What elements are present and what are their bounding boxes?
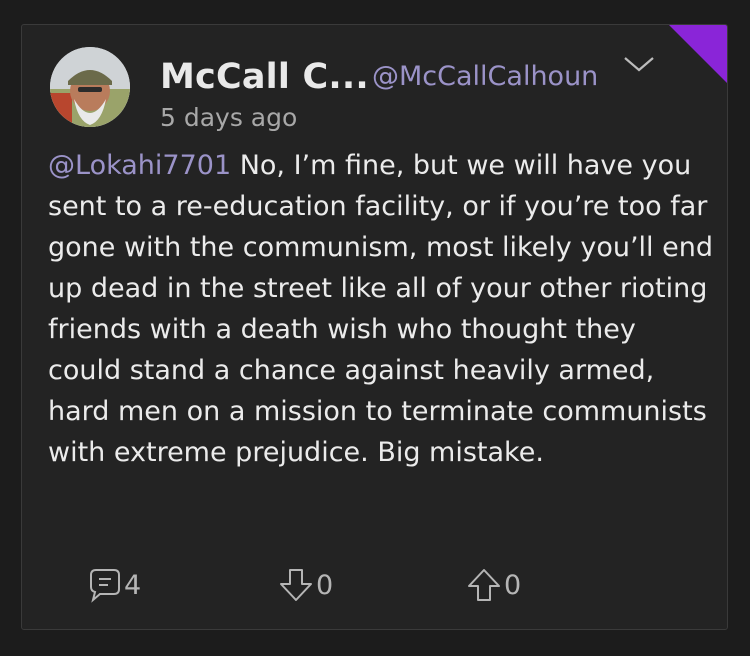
post-body-text: No, I’m fine, but we will have you sent … bbox=[48, 150, 713, 468]
arrow-up-icon bbox=[466, 567, 502, 603]
reply-button[interactable]: 4 bbox=[88, 565, 141, 605]
author-name[interactable]: McCall C... bbox=[160, 57, 369, 97]
post-card: McCall C... @McCallCalhoun 5 days ago @L… bbox=[21, 24, 728, 630]
post-body: @Lokahi7701 No, I’m fine, but we will ha… bbox=[48, 145, 713, 473]
upvote-count: 0 bbox=[504, 569, 522, 601]
chevron-down-icon[interactable] bbox=[622, 53, 656, 75]
post-actions: 4 0 0 bbox=[88, 565, 588, 605]
downvote-button[interactable]: 0 bbox=[278, 565, 333, 605]
comment-icon bbox=[88, 567, 122, 603]
downvote-count: 0 bbox=[316, 569, 334, 601]
arrow-down-icon bbox=[278, 567, 314, 603]
post-timestamp: 5 days ago bbox=[160, 103, 298, 132]
corner-flag bbox=[669, 25, 727, 83]
mention-link[interactable]: @Lokahi7701 bbox=[48, 150, 231, 181]
avatar[interactable] bbox=[50, 47, 130, 127]
upvote-button[interactable]: 0 bbox=[466, 565, 521, 605]
author-handle[interactable]: @McCallCalhoun bbox=[372, 61, 598, 92]
reply-count: 4 bbox=[124, 569, 142, 601]
